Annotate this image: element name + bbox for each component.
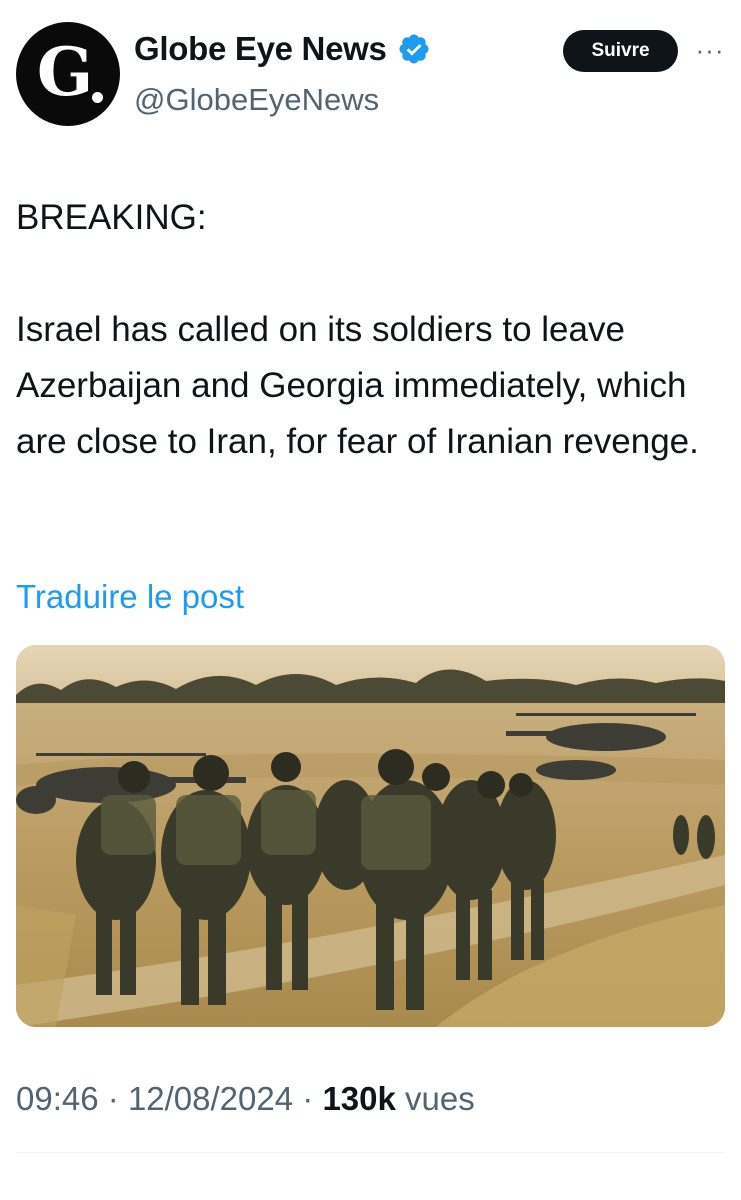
display-name[interactable]: Globe Eye News	[134, 30, 387, 68]
avatar-logo-dot	[92, 92, 103, 103]
name-row: Globe Eye News	[134, 30, 431, 68]
meta-separator-2: ·	[302, 1080, 314, 1117]
divider	[16, 1152, 725, 1153]
tweet-meta: 09:46 · 12/08/2024 · 130k vues	[16, 1080, 475, 1118]
soldiers-photo-illustration	[16, 645, 725, 1027]
views-label: vues	[405, 1080, 475, 1117]
tweet-media-image[interactable]	[16, 645, 725, 1027]
avatar[interactable]: G	[16, 22, 120, 126]
verified-badge-icon	[399, 34, 429, 64]
tweet-headline: BREAKING:	[16, 198, 207, 237]
tweet-date[interactable]: 12/08/2024	[128, 1080, 293, 1117]
tweet-text: BREAKING: Israel has called on its soldi…	[16, 190, 716, 470]
follow-button[interactable]: Suivre	[563, 30, 678, 72]
tweet-body: Israel has called on its soldiers to lea…	[16, 310, 699, 461]
views-count: 130k	[322, 1080, 396, 1117]
tweet-time[interactable]: 09:46	[16, 1080, 99, 1117]
handle[interactable]: @GlobeEyeNews	[134, 82, 379, 118]
translate-post-link[interactable]: Traduire le post	[16, 578, 244, 616]
more-options-icon[interactable]: ···	[690, 30, 730, 70]
meta-separator: ·	[107, 1080, 119, 1117]
avatar-logo-letter: G	[36, 33, 94, 111]
tweet-header: G Globe Eye News @GlobeEyeNews Suivre ··…	[0, 0, 741, 150]
